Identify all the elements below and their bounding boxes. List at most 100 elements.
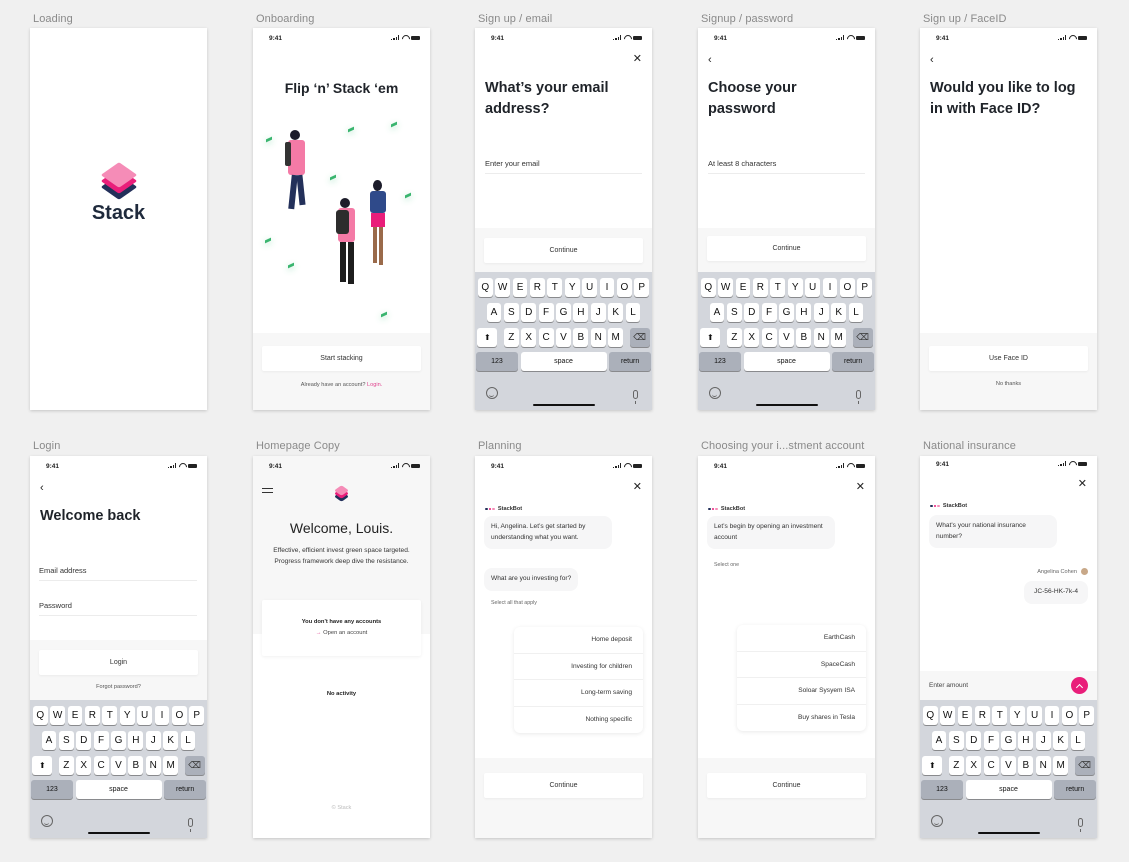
key-l[interactable]: L bbox=[1070, 731, 1086, 750]
shift-key[interactable]: ⬆ bbox=[32, 756, 53, 775]
option-item[interactable]: Buy shares in Tesla bbox=[737, 705, 866, 732]
key-r[interactable]: R bbox=[975, 706, 990, 725]
key-r[interactable]: R bbox=[85, 706, 100, 725]
start-stacking-button[interactable]: Start stacking bbox=[262, 346, 421, 371]
key-g[interactable]: G bbox=[111, 731, 126, 750]
key-w[interactable]: W bbox=[495, 278, 511, 297]
back-icon[interactable]: ‹ bbox=[708, 55, 712, 66]
close-icon[interactable]: ✕ bbox=[1078, 479, 1087, 490]
key-a[interactable]: A bbox=[486, 303, 502, 322]
key-c[interactable]: C bbox=[93, 756, 109, 775]
key-n[interactable]: N bbox=[813, 328, 829, 347]
key-c[interactable]: C bbox=[538, 328, 554, 347]
backspace-key[interactable]: ⌫ bbox=[1074, 756, 1095, 775]
key-c[interactable]: C bbox=[761, 328, 777, 347]
key-t[interactable]: T bbox=[770, 278, 786, 297]
continue-button[interactable]: Continue bbox=[707, 773, 866, 798]
numbers-key[interactable]: 123 bbox=[475, 352, 518, 371]
key-x[interactable]: X bbox=[521, 328, 537, 347]
microphone-icon[interactable] bbox=[633, 390, 638, 404]
key-f[interactable]: F bbox=[983, 731, 999, 750]
key-t[interactable]: T bbox=[547, 278, 563, 297]
key-o[interactable]: O bbox=[839, 278, 855, 297]
key-b[interactable]: B bbox=[796, 328, 812, 347]
option-item[interactable]: SpaceCash bbox=[737, 652, 866, 678]
key-h[interactable]: H bbox=[573, 303, 589, 322]
option-item[interactable]: Investing for children bbox=[514, 654, 643, 680]
key-z[interactable]: Z bbox=[948, 756, 964, 775]
close-icon[interactable]: ✕ bbox=[633, 54, 642, 65]
key-w[interactable]: W bbox=[940, 706, 956, 725]
key-z[interactable]: Z bbox=[58, 756, 74, 775]
login-button[interactable]: Login bbox=[39, 650, 198, 675]
use-face-id-button[interactable]: Use Face ID bbox=[929, 346, 1088, 371]
key-w[interactable]: W bbox=[718, 278, 734, 297]
numbers-key[interactable]: 123 bbox=[920, 780, 963, 799]
key-a[interactable]: A bbox=[931, 731, 947, 750]
key-q[interactable]: Q bbox=[477, 278, 493, 297]
key-i[interactable]: I bbox=[599, 278, 615, 297]
key-y[interactable]: Y bbox=[787, 278, 803, 297]
space-key[interactable]: space bbox=[520, 352, 607, 371]
key-b[interactable]: B bbox=[128, 756, 144, 775]
return-key[interactable]: return bbox=[164, 780, 207, 799]
key-h[interactable]: H bbox=[796, 303, 812, 322]
key-m[interactable]: M bbox=[831, 328, 847, 347]
key-w[interactable]: W bbox=[50, 706, 66, 725]
numbers-key[interactable]: 123 bbox=[698, 352, 741, 371]
shift-key[interactable]: ⬆ bbox=[477, 328, 498, 347]
key-j[interactable]: J bbox=[145, 731, 161, 750]
key-e[interactable]: E bbox=[735, 278, 751, 297]
emoji-icon[interactable] bbox=[709, 387, 721, 399]
option-item[interactable]: Nothing specific bbox=[514, 707, 643, 734]
key-q[interactable]: Q bbox=[700, 278, 716, 297]
key-z[interactable]: Z bbox=[726, 328, 742, 347]
close-icon[interactable]: ✕ bbox=[633, 482, 642, 493]
key-s[interactable]: S bbox=[726, 303, 742, 322]
key-t[interactable]: T bbox=[992, 706, 1008, 725]
email-field[interactable]: Email address bbox=[39, 566, 197, 581]
microphone-icon[interactable] bbox=[856, 390, 861, 404]
microphone-icon[interactable] bbox=[1078, 818, 1083, 832]
key-r[interactable]: R bbox=[530, 278, 545, 297]
key-u[interactable]: U bbox=[582, 278, 597, 297]
microphone-icon[interactable] bbox=[188, 818, 193, 832]
key-o[interactable]: O bbox=[616, 278, 632, 297]
login-link[interactable]: Login. bbox=[367, 382, 382, 388]
key-j[interactable]: J bbox=[1035, 731, 1051, 750]
key-n[interactable]: N bbox=[1035, 756, 1051, 775]
password-field[interactable]: Password bbox=[39, 601, 197, 616]
forgot-password-link[interactable]: Forgot password? bbox=[30, 684, 207, 690]
key-l[interactable]: L bbox=[180, 731, 196, 750]
key-d[interactable]: D bbox=[521, 303, 537, 322]
key-p[interactable]: P bbox=[857, 278, 873, 297]
key-t[interactable]: T bbox=[102, 706, 118, 725]
key-p[interactable]: P bbox=[1079, 706, 1095, 725]
key-x[interactable]: X bbox=[76, 756, 92, 775]
backspace-key[interactable]: ⌫ bbox=[184, 756, 205, 775]
key-q[interactable]: Q bbox=[922, 706, 938, 725]
key-k[interactable]: K bbox=[163, 731, 179, 750]
key-e[interactable]: E bbox=[957, 706, 973, 725]
key-b[interactable]: B bbox=[573, 328, 589, 347]
key-q[interactable]: Q bbox=[32, 706, 48, 725]
emoji-icon[interactable] bbox=[486, 387, 498, 399]
key-m[interactable]: M bbox=[608, 328, 624, 347]
emoji-icon[interactable] bbox=[931, 815, 943, 827]
return-key[interactable]: return bbox=[609, 352, 652, 371]
key-h[interactable]: H bbox=[128, 731, 144, 750]
key-b[interactable]: B bbox=[1018, 756, 1034, 775]
key-e[interactable]: E bbox=[512, 278, 528, 297]
shift-key[interactable]: ⬆ bbox=[700, 328, 721, 347]
key-e[interactable]: E bbox=[67, 706, 83, 725]
key-x[interactable]: X bbox=[966, 756, 982, 775]
key-s[interactable]: S bbox=[503, 303, 519, 322]
key-o[interactable]: O bbox=[1061, 706, 1077, 725]
key-v[interactable]: V bbox=[556, 328, 571, 347]
key-a[interactable]: A bbox=[709, 303, 725, 322]
key-s[interactable]: S bbox=[58, 731, 74, 750]
key-l[interactable]: L bbox=[625, 303, 641, 322]
key-v[interactable]: V bbox=[779, 328, 794, 347]
key-v[interactable]: V bbox=[111, 756, 126, 775]
key-n[interactable]: N bbox=[590, 328, 606, 347]
